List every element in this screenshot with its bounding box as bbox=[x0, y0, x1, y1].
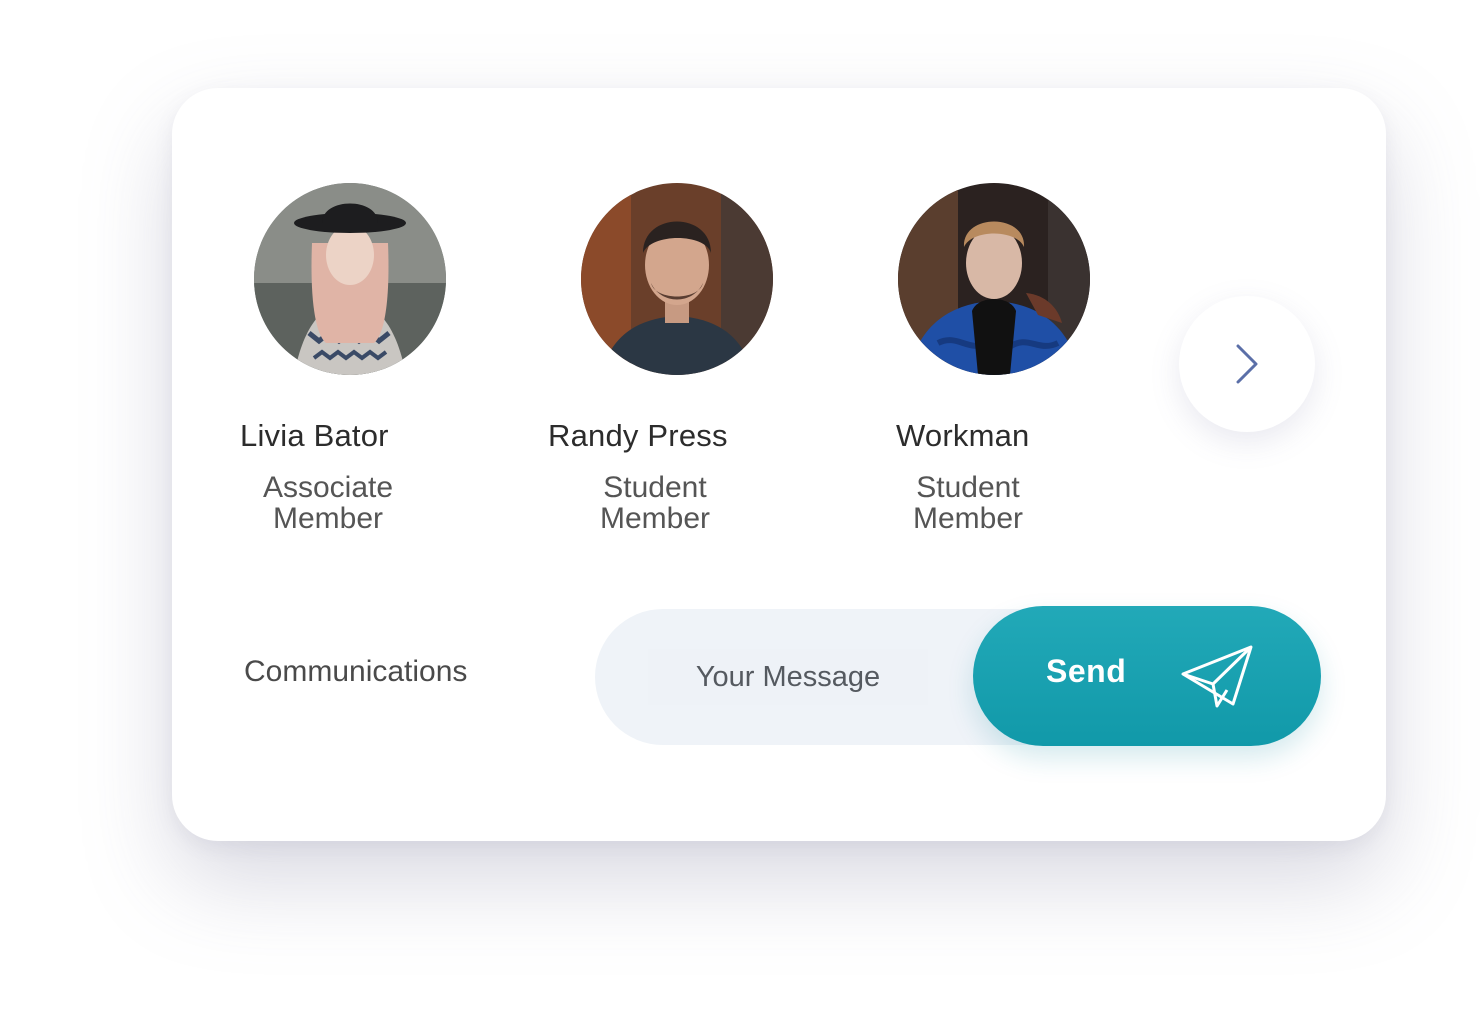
member-role-line2: Member bbox=[912, 502, 1024, 535]
chevron-right-icon bbox=[1236, 344, 1258, 384]
member-role-line2: Member bbox=[272, 502, 384, 535]
avatar-randy-press[interactable] bbox=[581, 183, 773, 375]
communications-label: Communications bbox=[244, 655, 468, 688]
send-button-label: Send bbox=[1046, 653, 1127, 689]
member-role-livia-bator: Associate Member bbox=[198, 472, 458, 534]
member-role-line2: Member bbox=[599, 502, 711, 535]
message-input[interactable] bbox=[648, 649, 928, 705]
members-card: Livia Bator Associate Member Randy Press… bbox=[172, 88, 1386, 841]
paper-plane-icon bbox=[1181, 645, 1253, 708]
member-role-randy-press: Student Member bbox=[525, 472, 785, 534]
member-name-randy-press: Randy Press bbox=[548, 418, 728, 453]
avatar-workman[interactable] bbox=[898, 183, 1090, 375]
stage: Livia Bator Associate Member Randy Press… bbox=[0, 0, 1482, 1013]
avatar-livia-bator[interactable] bbox=[254, 183, 446, 375]
member-role-line1: Associate bbox=[262, 471, 394, 504]
member-name-workman: Workman bbox=[896, 418, 1030, 453]
member-role-workman: Student Member bbox=[838, 472, 1098, 534]
next-members-button[interactable] bbox=[1179, 296, 1315, 432]
member-role-line1: Student bbox=[603, 471, 707, 504]
member-role-line1: Student bbox=[916, 471, 1020, 504]
send-button[interactable]: Send bbox=[973, 606, 1321, 746]
member-name-livia-bator: Livia Bator bbox=[240, 418, 389, 453]
